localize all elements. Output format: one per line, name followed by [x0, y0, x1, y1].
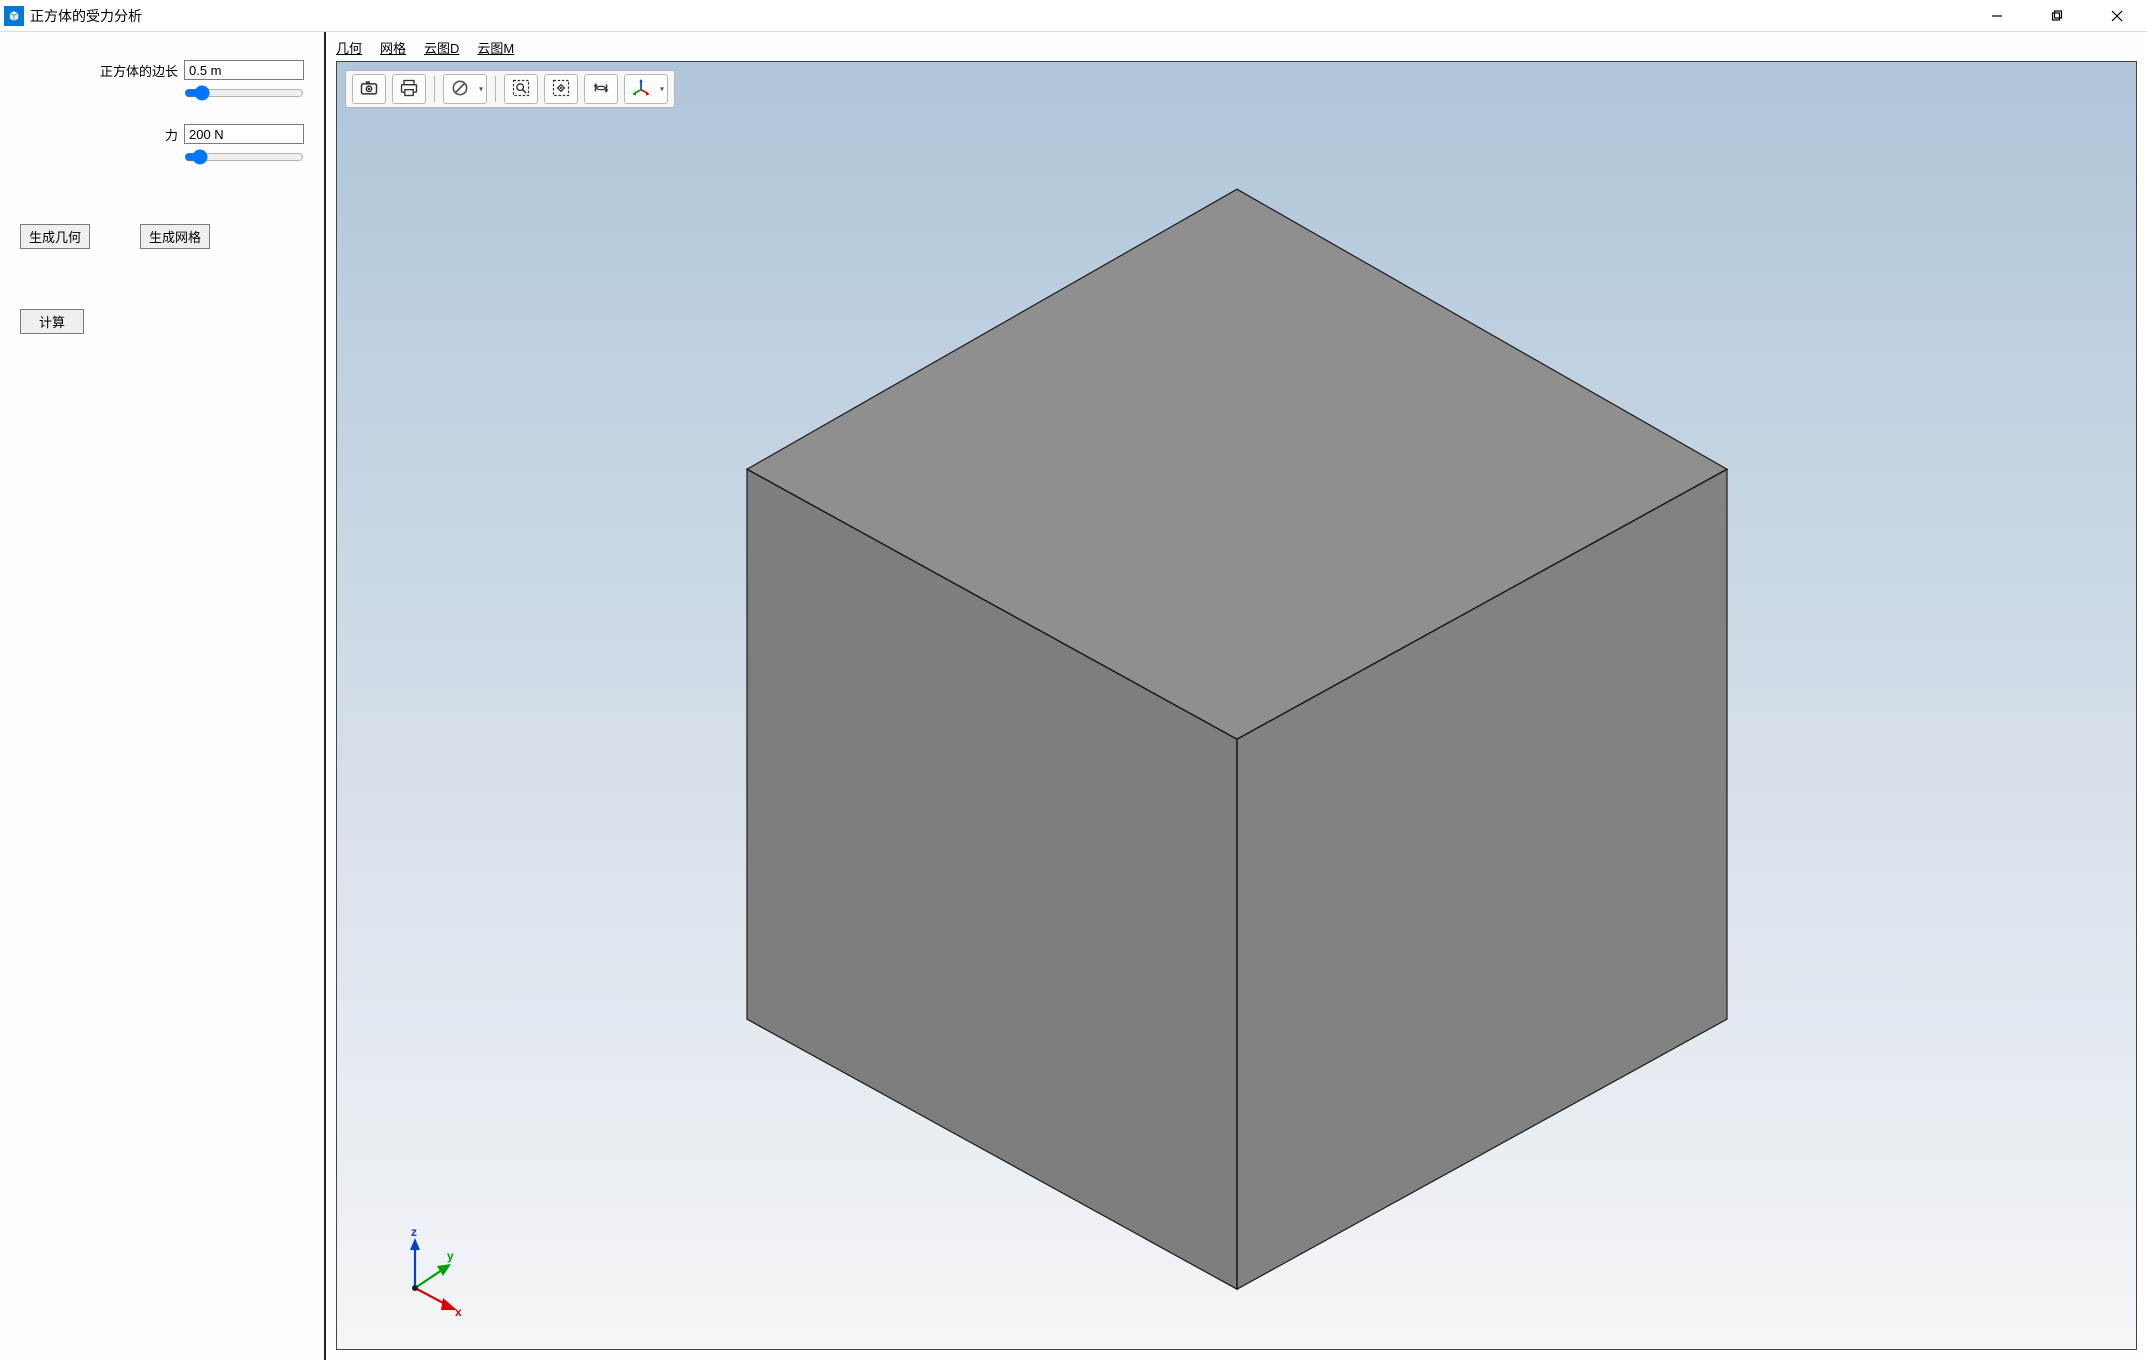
- toolbar-separator: [495, 76, 496, 102]
- toolbar-separator: [434, 76, 435, 102]
- rotate-button[interactable]: [584, 74, 618, 104]
- fit-all-button[interactable]: [544, 74, 578, 104]
- viewport-3d[interactable]: ▾: [336, 61, 2137, 1350]
- rotate-icon: [591, 78, 611, 101]
- force-input[interactable]: [184, 124, 304, 144]
- axes-icon: [631, 78, 651, 101]
- cube-3d: [737, 149, 1737, 1309]
- title-bar: 正方体的受力分析: [0, 0, 2147, 32]
- zoom-box-icon: [511, 78, 531, 101]
- tabs: 几何 网格 云图D 云图M: [326, 32, 2147, 61]
- maximize-button[interactable]: [2027, 0, 2087, 31]
- print-icon: [399, 78, 419, 101]
- main-area: 正方体的边长 力 生成几何 生成网格 计算 几何 网格 云图D 云图M: [0, 32, 2147, 1360]
- generate-geometry-button[interactable]: 生成几何: [20, 224, 90, 249]
- axis-x-label: x: [455, 1305, 462, 1319]
- app-icon: [4, 6, 24, 26]
- close-button[interactable]: [2087, 0, 2147, 31]
- axis-y-label: y: [447, 1249, 454, 1263]
- content: 几何 网格 云图D 云图M: [326, 32, 2147, 1360]
- edge-length-slider[interactable]: [184, 86, 304, 100]
- fit-all-icon: [551, 78, 571, 101]
- axis-triad: z y x: [385, 1228, 475, 1321]
- window-title: 正方体的受力分析: [30, 6, 142, 26]
- viewport-toolbar: ▾: [345, 70, 675, 108]
- tab-cloud-d[interactable]: 云图D: [424, 38, 459, 57]
- sidebar: 正方体的边长 力 生成几何 生成网格 计算: [0, 32, 326, 1360]
- force-slider[interactable]: [184, 150, 304, 164]
- camera-button[interactable]: [352, 74, 386, 104]
- print-button[interactable]: [392, 74, 426, 104]
- edge-length-input[interactable]: [184, 60, 304, 80]
- window-controls: [1967, 0, 2147, 31]
- camera-icon: [359, 78, 379, 101]
- force-row: 力: [20, 124, 304, 144]
- tab-geometry[interactable]: 几何: [336, 38, 362, 57]
- no-entry-icon: [450, 78, 470, 101]
- chevron-down-icon: ▾: [479, 85, 483, 94]
- tab-mesh[interactable]: 网格: [380, 38, 406, 57]
- edge-length-label: 正方体的边长: [100, 61, 178, 80]
- chevron-down-icon: ▾: [660, 85, 664, 94]
- axis-z-label: z: [411, 1225, 417, 1239]
- minimize-button[interactable]: [1967, 0, 2027, 31]
- generate-mesh-button[interactable]: 生成网格: [140, 224, 210, 249]
- edge-length-row: 正方体的边长: [20, 60, 304, 80]
- zoom-box-button[interactable]: [504, 74, 538, 104]
- force-label: 力: [165, 125, 178, 144]
- clear-dropdown-button[interactable]: ▾: [443, 74, 487, 104]
- axes-dropdown-button[interactable]: ▾: [624, 74, 668, 104]
- tab-cloud-m[interactable]: 云图M: [477, 38, 514, 57]
- compute-button[interactable]: 计算: [20, 309, 84, 334]
